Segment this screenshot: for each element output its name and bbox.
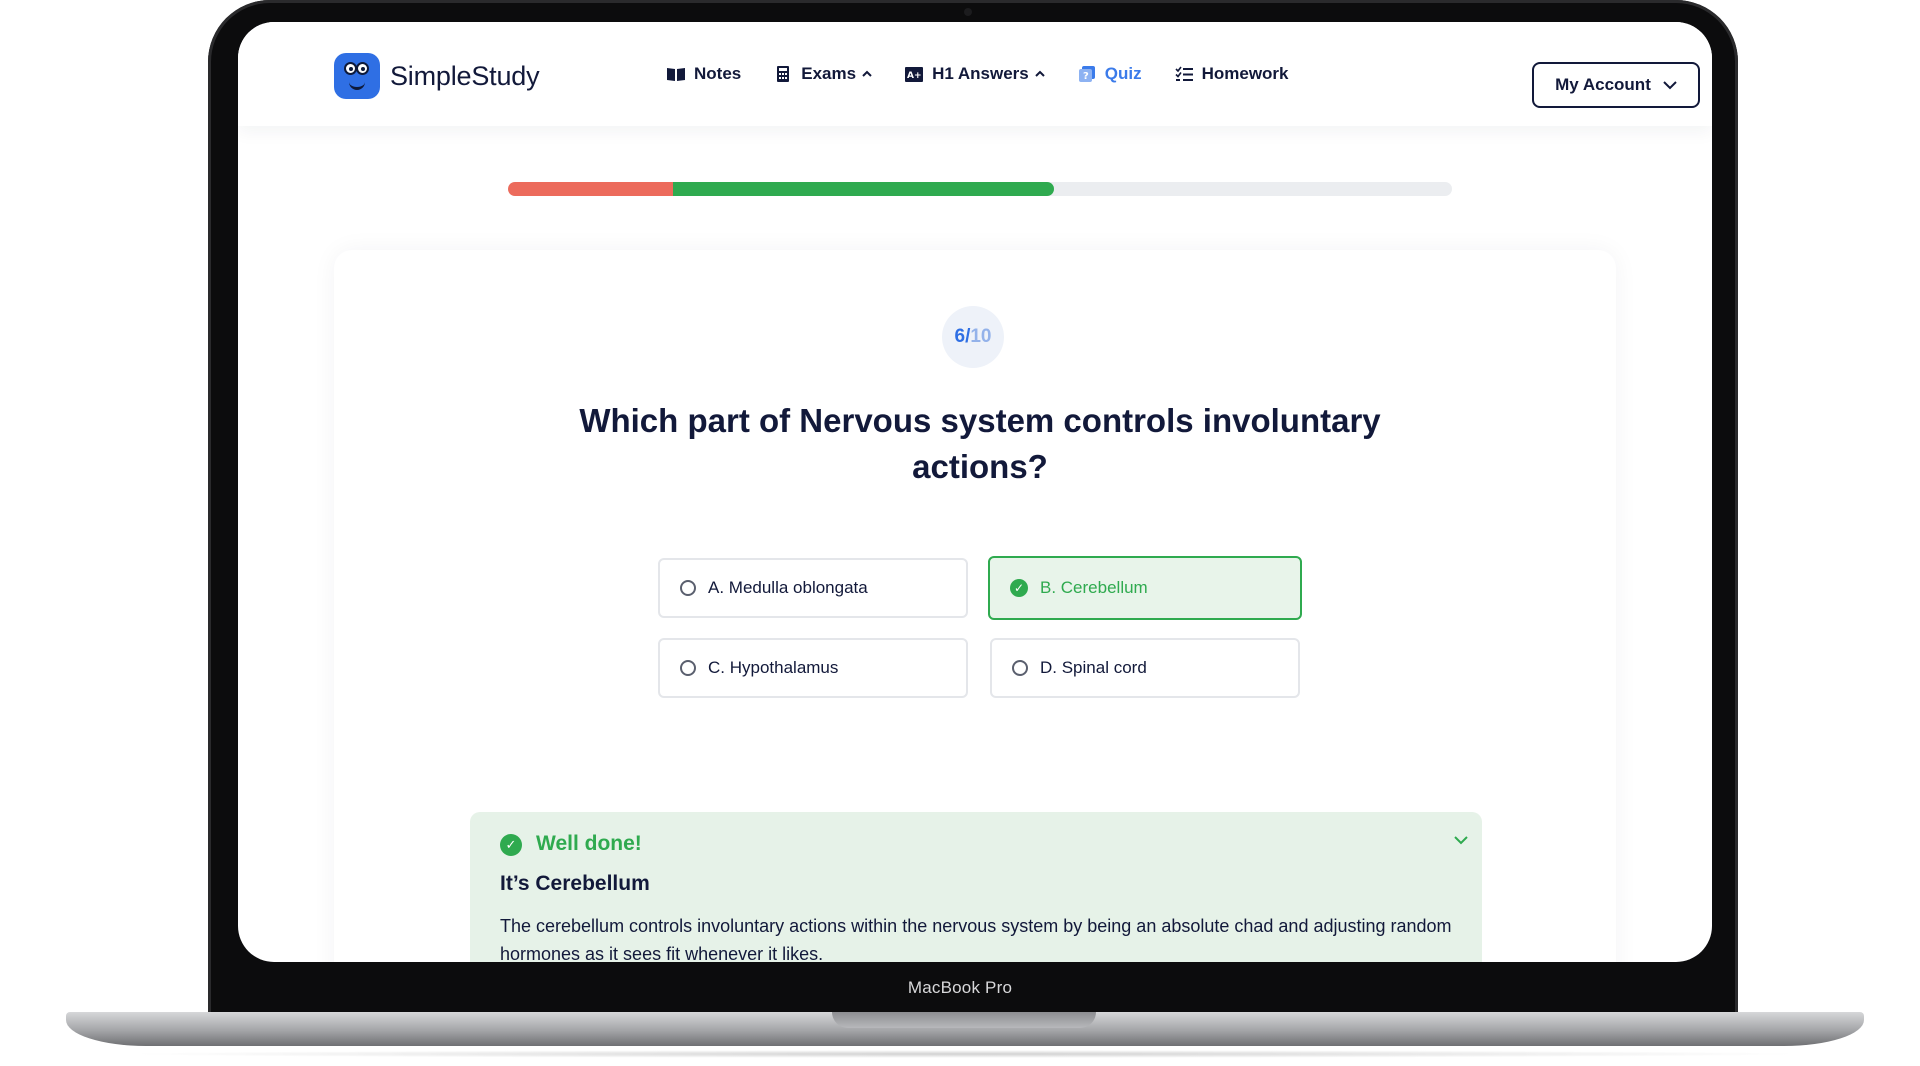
quiz-icon: ? — [1077, 65, 1097, 83]
answer-option-label: C. Hypothalamus — [708, 658, 839, 677]
svg-text:?: ? — [1083, 71, 1089, 82]
laptop-shadow — [120, 1050, 1810, 1058]
nav-item-notes[interactable]: Notes — [666, 64, 741, 84]
checklist-icon — [1174, 65, 1194, 83]
nav-item-h1-answers[interactable]: A+ H1 Answers — [904, 64, 1045, 84]
answer-option-b[interactable]: ✓ B. Cerebellum — [988, 556, 1302, 620]
laptop-opening-notch — [832, 1012, 1096, 1028]
book-icon — [666, 65, 686, 83]
my-account-button[interactable]: My Account — [1532, 62, 1700, 108]
radio-icon — [1012, 660, 1028, 676]
radio-icon — [680, 660, 696, 676]
question-counter: 6 / 10 — [942, 306, 1004, 368]
nav-item-quiz[interactable]: ? Quiz — [1077, 64, 1142, 84]
mascot-icon — [334, 53, 380, 99]
quiz-progress-bar — [508, 182, 1452, 196]
feedback-title: Well done! — [536, 832, 642, 855]
answer-option-d[interactable]: D. Spinal cord — [990, 638, 1300, 698]
chevron-down-icon[interactable] — [1454, 832, 1468, 850]
chevron-down-icon — [1663, 75, 1677, 95]
nav-label-exams: Exams — [801, 64, 857, 83]
progress-incorrect-segment — [508, 182, 674, 196]
answer-option-label: D. Spinal cord — [1040, 658, 1147, 677]
check-circle-icon: ✓ — [1010, 579, 1028, 597]
chevron-up-icon — [1035, 68, 1045, 80]
brand-name: SimpleStudy — [390, 60, 540, 91]
grade-icon: A+ — [904, 65, 924, 83]
nav-label-h1-answers: H1 Answers — [932, 64, 1029, 83]
answer-option-label: B. Cerebellum — [1040, 578, 1148, 597]
camera-icon — [964, 8, 972, 16]
my-account-label: My Account — [1555, 75, 1651, 94]
nav-item-exams[interactable]: Exams — [773, 64, 872, 84]
counter-current: 6 — [954, 326, 966, 347]
counter-total: 10 — [970, 326, 992, 347]
screen: SimpleStudy Notes Exams A+ H1 Answers ? … — [238, 22, 1712, 962]
logo[interactable]: SimpleStudy — [334, 53, 540, 99]
svg-text:A+: A+ — [907, 71, 922, 81]
progress-correct-segment — [673, 182, 1054, 196]
answer-option-c[interactable]: C. Hypothalamus — [658, 638, 968, 698]
chevron-up-icon — [862, 68, 872, 80]
feedback-answer: It’s Cerebellum — [500, 872, 650, 895]
answer-option-a[interactable]: A. Medulla oblongata — [658, 558, 968, 618]
check-circle-icon: ✓ — [500, 834, 522, 856]
answer-option-label: A. Medulla oblongata — [708, 578, 868, 597]
calculator-icon — [773, 65, 793, 83]
header: SimpleStudy Notes Exams A+ H1 Answers ? … — [238, 22, 1712, 126]
nav-item-homework[interactable]: Homework — [1174, 64, 1289, 84]
nav-label-notes: Notes — [694, 64, 742, 83]
feedback-panel: ✓ Well done! It’s Cerebellum The cerebel… — [470, 812, 1482, 962]
feedback-explanation: The cerebellum controls involuntary acti… — [500, 916, 1452, 962]
device-caption: MacBook Pro — [907, 978, 1013, 997]
radio-icon — [680, 580, 696, 596]
nav-label-quiz: Quiz — [1104, 64, 1142, 83]
main-nav: Notes Exams A+ H1 Answers ? Quiz Homewor… — [666, 22, 1321, 126]
question-text: Which part of Nervous system controls in… — [579, 402, 1381, 485]
nav-label-homework: Homework — [1201, 64, 1289, 83]
